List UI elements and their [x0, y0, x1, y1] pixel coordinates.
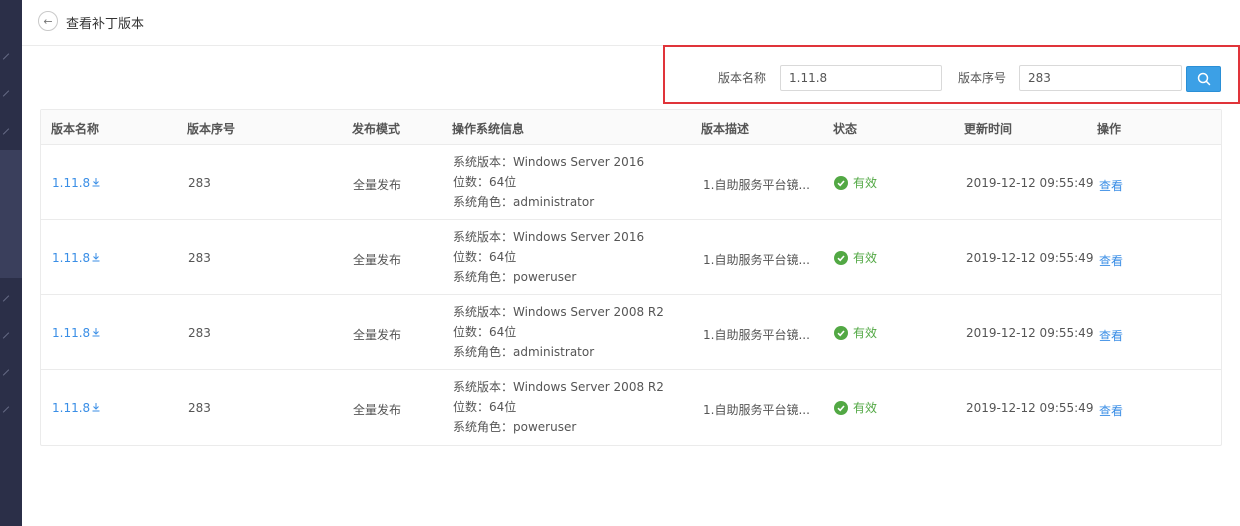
table-header: 版本名称 版本序号 发布模式 操作系统信息 版本描述 状态 更新时间 操作 [41, 110, 1221, 145]
release-mode: 全量发布 [353, 178, 402, 192]
download-icon [92, 253, 100, 262]
version-download-link[interactable]: 1.11.8 [52, 326, 101, 340]
version-download-link[interactable]: 1.11.8 [52, 401, 101, 415]
arrow-left-icon: ← [43, 14, 53, 28]
view-link[interactable]: 查看 [1099, 177, 1123, 194]
version-name: 1.11.8 [52, 176, 91, 190]
nav-chevron-icon[interactable] [2, 128, 10, 135]
version-download-link[interactable]: 1.11.8 [52, 251, 101, 265]
status-badge: 有效 [834, 324, 877, 341]
check-circle-icon [834, 325, 848, 340]
search-button[interactable] [1186, 66, 1221, 92]
release-mode: 全量发布 [353, 328, 402, 342]
nav-chevron-icon[interactable] [2, 90, 10, 97]
col-version-seq: 版本序号 [187, 122, 236, 136]
os-info: 系统版本：Windows Server 2016 位数：64位 系统角色：adm… [453, 152, 644, 212]
version-seq-input[interactable] [1019, 65, 1182, 91]
status-text: 有效 [853, 326, 878, 340]
page-header: ← 查看补丁版本 [22, 0, 1240, 46]
patch-version-table: 版本名称 版本序号 发布模式 操作系统信息 版本描述 状态 更新时间 操作 1.… [40, 109, 1222, 446]
nav-chevron-icon[interactable] [2, 369, 10, 376]
updated-time: 2019-12-12 09:55:49 [966, 176, 1094, 190]
check-circle-icon [834, 175, 848, 190]
nav-chevron-icon[interactable] [2, 332, 10, 339]
nav-active-item[interactable] [0, 150, 22, 278]
os-bits: 位数：64位 [453, 175, 517, 189]
version-download-link[interactable]: 1.11.8 [52, 176, 101, 190]
view-link[interactable]: 查看 [1099, 252, 1123, 269]
status-badge: 有效 [834, 399, 877, 416]
os-bits: 位数：64位 [453, 250, 517, 264]
col-release-mode: 发布模式 [352, 122, 401, 136]
search-panel: 版本名称 版本序号 [663, 45, 1240, 104]
version-name: 1.11.8 [52, 326, 91, 340]
download-icon [92, 178, 100, 187]
os-version: 系统版本：Windows Server 2016 [453, 230, 645, 244]
col-description: 版本描述 [701, 122, 750, 136]
check-circle-icon [834, 400, 848, 415]
col-actions: 操作 [1097, 122, 1122, 136]
version-name: 1.11.8 [52, 401, 91, 415]
status-text: 有效 [853, 176, 878, 190]
version-seq: 283 [188, 401, 211, 415]
status-text: 有效 [853, 251, 878, 265]
updated-time: 2019-12-12 09:55:49 [966, 251, 1094, 265]
page-title: 查看补丁版本 [66, 17, 145, 32]
version-seq-label: 版本序号 [958, 71, 1007, 85]
version-seq: 283 [188, 251, 211, 265]
nav-chevron-icon[interactable] [2, 295, 10, 302]
view-link[interactable]: 查看 [1099, 402, 1123, 419]
os-info: 系统版本：Windows Server 2008 R2 位数：64位 系统角色：… [453, 377, 664, 437]
back-button[interactable]: ← [38, 11, 58, 31]
os-version: 系统版本：Windows Server 2016 [453, 155, 645, 169]
os-bits: 位数：64位 [453, 325, 517, 339]
version-description: 1.自助服务平台镜... [703, 328, 810, 342]
os-info: 系统版本：Windows Server 2016 位数：64位 系统角色：pow… [453, 227, 644, 287]
col-updated: 更新时间 [964, 122, 1013, 136]
release-mode: 全量发布 [353, 253, 402, 267]
os-version: 系统版本：Windows Server 2008 R2 [453, 380, 664, 394]
os-role: 系统角色：administrator [453, 195, 595, 209]
col-status: 状态 [833, 122, 858, 136]
main-content: ← 查看补丁版本 版本名称 版本序号 版本名称 版本序号 发布模式 操作系统信息… [22, 0, 1240, 526]
version-name: 1.11.8 [52, 251, 91, 265]
left-nav-rail [0, 0, 22, 526]
os-role: 系统角色：poweruser [453, 270, 577, 284]
os-version: 系统版本：Windows Server 2008 R2 [453, 305, 664, 319]
download-icon [92, 328, 100, 337]
version-description: 1.自助服务平台镜... [703, 403, 810, 417]
nav-chevron-icon[interactable] [2, 53, 10, 60]
status-text: 有效 [853, 401, 878, 415]
nav-chevron-icon[interactable] [2, 406, 10, 413]
table-row: 1.11.8 283 全量发布 系统版本：Windows Server 2008… [41, 295, 1221, 370]
version-name-input[interactable] [780, 65, 942, 91]
table-row: 1.11.8 283 全量发布 系统版本：Windows Server 2016… [41, 220, 1221, 295]
col-os-info: 操作系统信息 [452, 122, 525, 136]
download-icon [92, 403, 100, 412]
status-badge: 有效 [834, 174, 877, 191]
status-badge: 有效 [834, 249, 877, 266]
os-bits: 位数：64位 [453, 400, 517, 414]
check-circle-icon [834, 250, 848, 265]
os-role: 系统角色：poweruser [453, 420, 577, 434]
os-role: 系统角色：administrator [453, 345, 595, 359]
table-row: 1.11.8 283 全量发布 系统版本：Windows Server 2016… [41, 145, 1221, 220]
view-link[interactable]: 查看 [1099, 327, 1123, 344]
version-description: 1.自助服务平台镜... [703, 178, 810, 192]
updated-time: 2019-12-12 09:55:49 [966, 326, 1094, 340]
col-version-name: 版本名称 [51, 122, 100, 136]
version-seq: 283 [188, 326, 211, 340]
updated-time: 2019-12-12 09:55:49 [966, 401, 1094, 415]
table-row: 1.11.8 283 全量发布 系统版本：Windows Server 2008… [41, 370, 1221, 445]
version-description: 1.自助服务平台镜... [703, 253, 810, 267]
os-info: 系统版本：Windows Server 2008 R2 位数：64位 系统角色：… [453, 302, 664, 362]
version-seq: 283 [188, 176, 211, 190]
version-name-label: 版本名称 [718, 71, 767, 85]
release-mode: 全量发布 [353, 403, 402, 417]
search-icon [1197, 72, 1210, 86]
